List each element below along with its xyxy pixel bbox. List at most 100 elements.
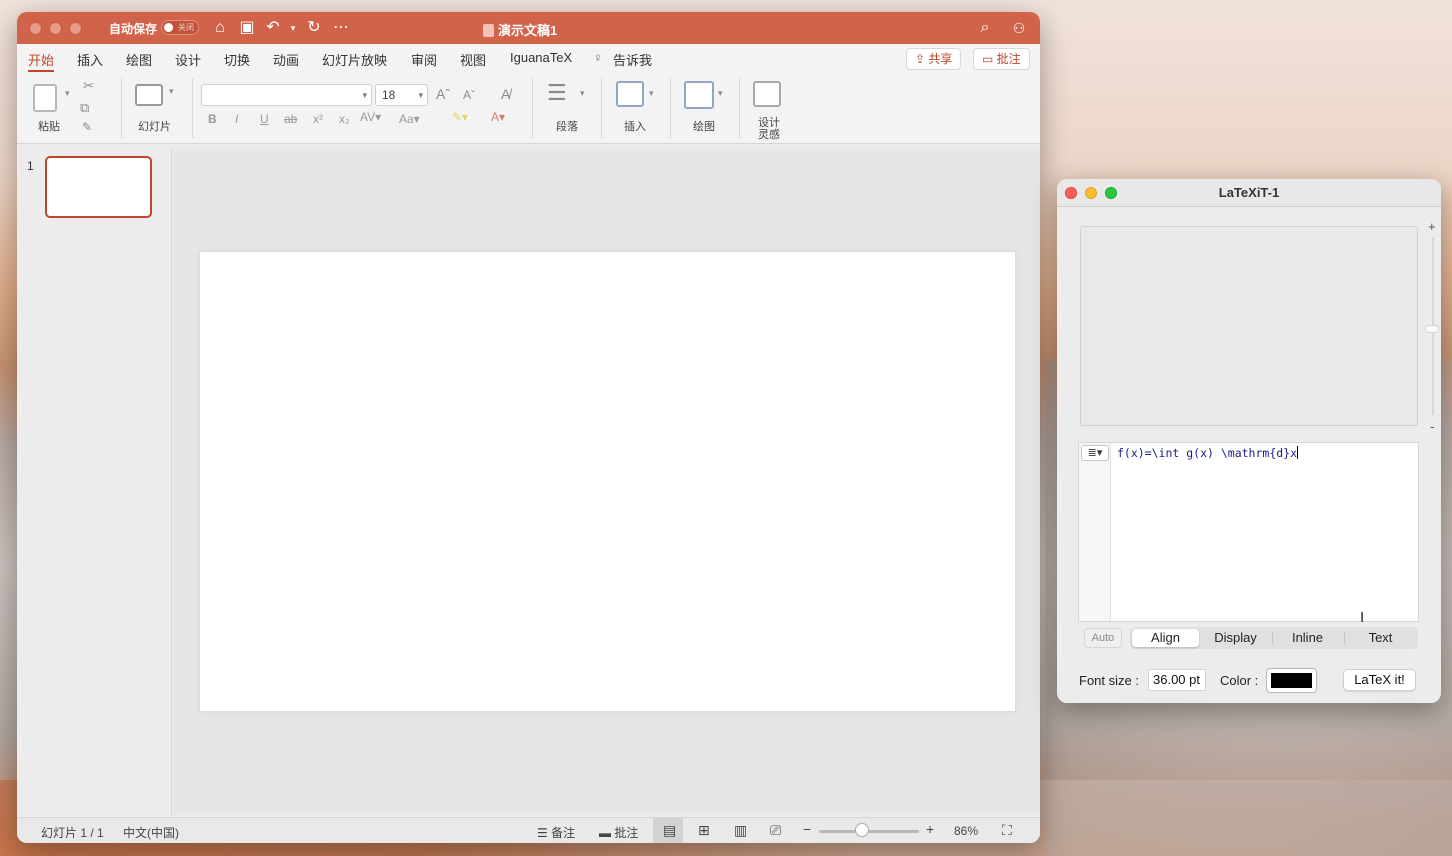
- italic-icon[interactable]: I: [235, 112, 238, 126]
- strikethrough-icon[interactable]: ab: [284, 112, 297, 126]
- notes-button[interactable]: ☰ 备注: [537, 824, 575, 841]
- editor-gutter: ≣▾: [1079, 443, 1111, 621]
- zoom-button[interactable]: [69, 22, 82, 35]
- paste-dropdown-icon[interactable]: ▾: [65, 88, 70, 99]
- font-size-label: Font size :: [1079, 673, 1139, 688]
- zoom-slider-knob[interactable]: [855, 823, 869, 837]
- insert-shapes-icon[interactable]: [616, 81, 644, 107]
- latex-it-button[interactable]: LaTeX it!: [1343, 669, 1416, 691]
- zoom-plus[interactable]: +: [1428, 219, 1436, 234]
- paste-label: 粘贴: [38, 121, 60, 133]
- autosave-label: 自动保存: [109, 22, 158, 36]
- document-title: 演示文稿1: [483, 20, 557, 39]
- search-icon[interactable]: ⌕: [975, 18, 995, 38]
- share-button[interactable]: ⇪ 共享: [906, 48, 962, 70]
- slide-sorter-icon[interactable]: ⊞: [698, 822, 710, 839]
- tab-design[interactable]: 设计: [175, 50, 201, 69]
- preview-zoom-knob[interactable]: [1425, 325, 1439, 333]
- tab-tell-me[interactable]: 告诉我: [613, 50, 652, 69]
- close-button[interactable]: [29, 22, 42, 35]
- tab-iguanatex[interactable]: IguanaTeX: [510, 50, 572, 65]
- draw-icon[interactable]: [684, 81, 714, 109]
- underline-icon[interactable]: U: [260, 112, 269, 126]
- reading-view-icon[interactable]: ▥: [734, 822, 747, 839]
- font-name-select[interactable]: ▾: [201, 84, 372, 106]
- tab-view[interactable]: 视图: [460, 50, 486, 69]
- preview-area[interactable]: [1080, 226, 1418, 426]
- mode-text[interactable]: Text: [1345, 629, 1416, 647]
- zoom-level[interactable]: 86%: [954, 824, 978, 838]
- char-spacing-icon[interactable]: AV▾: [360, 110, 381, 124]
- mode-display[interactable]: Display: [1201, 629, 1270, 647]
- divider: [670, 78, 671, 138]
- paragraph-dropdown-icon[interactable]: ▾: [580, 88, 585, 99]
- grow-font-icon[interactable]: Aˆ: [436, 86, 450, 102]
- zoom-minus[interactable]: -: [1430, 419, 1434, 434]
- comments-button[interactable]: ▭ 批注: [973, 48, 1030, 70]
- insert-label: 插入: [624, 121, 646, 133]
- zoom-out-icon[interactable]: −: [803, 821, 811, 837]
- mode-auto-button[interactable]: Auto: [1084, 628, 1122, 648]
- divider: [121, 78, 122, 138]
- shrink-font-icon[interactable]: Aˇ: [463, 88, 475, 102]
- slide-thumbnails-pane: 1: [17, 149, 172, 815]
- autosave-toggle[interactable]: 关闭: [161, 20, 199, 35]
- clear-format-icon[interactable]: A̸: [501, 86, 510, 102]
- highlight-icon[interactable]: ✎▾: [452, 110, 468, 124]
- zoom-slider[interactable]: [819, 830, 919, 833]
- new-slide-dropdown-icon[interactable]: ▾: [169, 86, 174, 97]
- format-painter-icon[interactable]: ✎: [82, 120, 92, 134]
- subscript-icon[interactable]: x₂: [339, 112, 350, 126]
- font-size-select[interactable]: 18 ▾: [375, 84, 428, 106]
- paragraph-icon[interactable]: ☰: [547, 80, 567, 106]
- powerpoint-window: 自动保存 关闭 ⌂ ▣ ↶ ▾ ↻ ⋯ 演示文稿1 ⌕ ⚇ 开始 插入 绘图 设…: [17, 12, 1040, 843]
- ribbon: ▾ ✂ ⧉ ✎ 粘贴 ▾ 幻灯片 ▾ 18 ▾ Aˆ Aˇ A̸ B I U ab…: [17, 72, 1040, 144]
- language[interactable]: 中文(中国): [123, 824, 179, 841]
- insert-dropdown-icon[interactable]: ▾: [649, 88, 654, 99]
- slide-thumbnail[interactable]: [45, 156, 152, 218]
- tab-animations[interactable]: 动画: [273, 50, 299, 69]
- tab-slideshow[interactable]: 幻灯片放映: [322, 50, 387, 69]
- normal-view-icon[interactable]: ▤: [663, 822, 676, 839]
- draw-dropdown-icon[interactable]: ▾: [718, 88, 723, 99]
- bold-icon[interactable]: B: [208, 112, 217, 126]
- tab-transitions[interactable]: 切换: [224, 50, 250, 69]
- superscript-icon[interactable]: x²: [313, 112, 323, 126]
- editor-menu-button[interactable]: ≣▾: [1081, 445, 1109, 461]
- latex-source-editor[interactable]: ≣▾ f(x)=\int g(x) \mathrm{d}x: [1078, 442, 1419, 622]
- save-icon[interactable]: ▣: [237, 18, 257, 38]
- share-label: 共享: [928, 52, 953, 66]
- tab-review[interactable]: 审阅: [411, 50, 437, 69]
- mode-align[interactable]: Align: [1132, 629, 1199, 647]
- font-color-icon[interactable]: A▾: [491, 110, 505, 124]
- tab-home[interactable]: 开始: [28, 50, 55, 72]
- slideshow-icon[interactable]: ⎚: [770, 822, 781, 839]
- more-icon[interactable]: ⋯: [331, 18, 351, 38]
- font-size-field[interactable]: 36.00 pt: [1148, 669, 1206, 691]
- designer-icon[interactable]: [753, 81, 781, 107]
- zoom-in-icon[interactable]: +: [926, 821, 934, 837]
- file-icon: [483, 24, 494, 37]
- cut-icon[interactable]: ✂: [83, 78, 94, 94]
- comments-status-button[interactable]: ▬ 批注: [599, 824, 638, 841]
- undo-icon[interactable]: ↶: [263, 18, 283, 38]
- slide[interactable]: [200, 252, 1015, 711]
- tab-insert[interactable]: 插入: [77, 50, 103, 69]
- fit-to-window-icon[interactable]: ⛶: [1002, 822, 1012, 839]
- tab-draw[interactable]: 绘图: [126, 50, 152, 69]
- minimize-button[interactable]: [49, 22, 62, 35]
- copy-icon[interactable]: ⧉: [80, 100, 89, 116]
- mode-inline[interactable]: Inline: [1273, 629, 1342, 647]
- account-icon[interactable]: ⚇: [1009, 18, 1029, 38]
- slide-layout-icon[interactable]: [135, 84, 163, 106]
- status-bar: 幻灯片 1 / 1 中文(中国) ☰ 备注 ▬ 批注 ▤ ⊞ ▥ ⎚ − + 8…: [17, 817, 1040, 843]
- home-icon[interactable]: ⌂: [210, 18, 230, 38]
- notes-icon: ☰: [537, 826, 552, 840]
- paste-icon[interactable]: [33, 84, 57, 112]
- share-icon: ⇪: [915, 52, 929, 66]
- redo-icon[interactable]: ↻: [304, 18, 324, 38]
- change-case-icon[interactable]: Aa▾: [399, 112, 420, 126]
- latex-code[interactable]: f(x)=\int g(x) \mathrm{d}x: [1117, 446, 1299, 460]
- color-well[interactable]: [1266, 668, 1317, 693]
- undo-dropdown-icon[interactable]: ▾: [283, 18, 303, 38]
